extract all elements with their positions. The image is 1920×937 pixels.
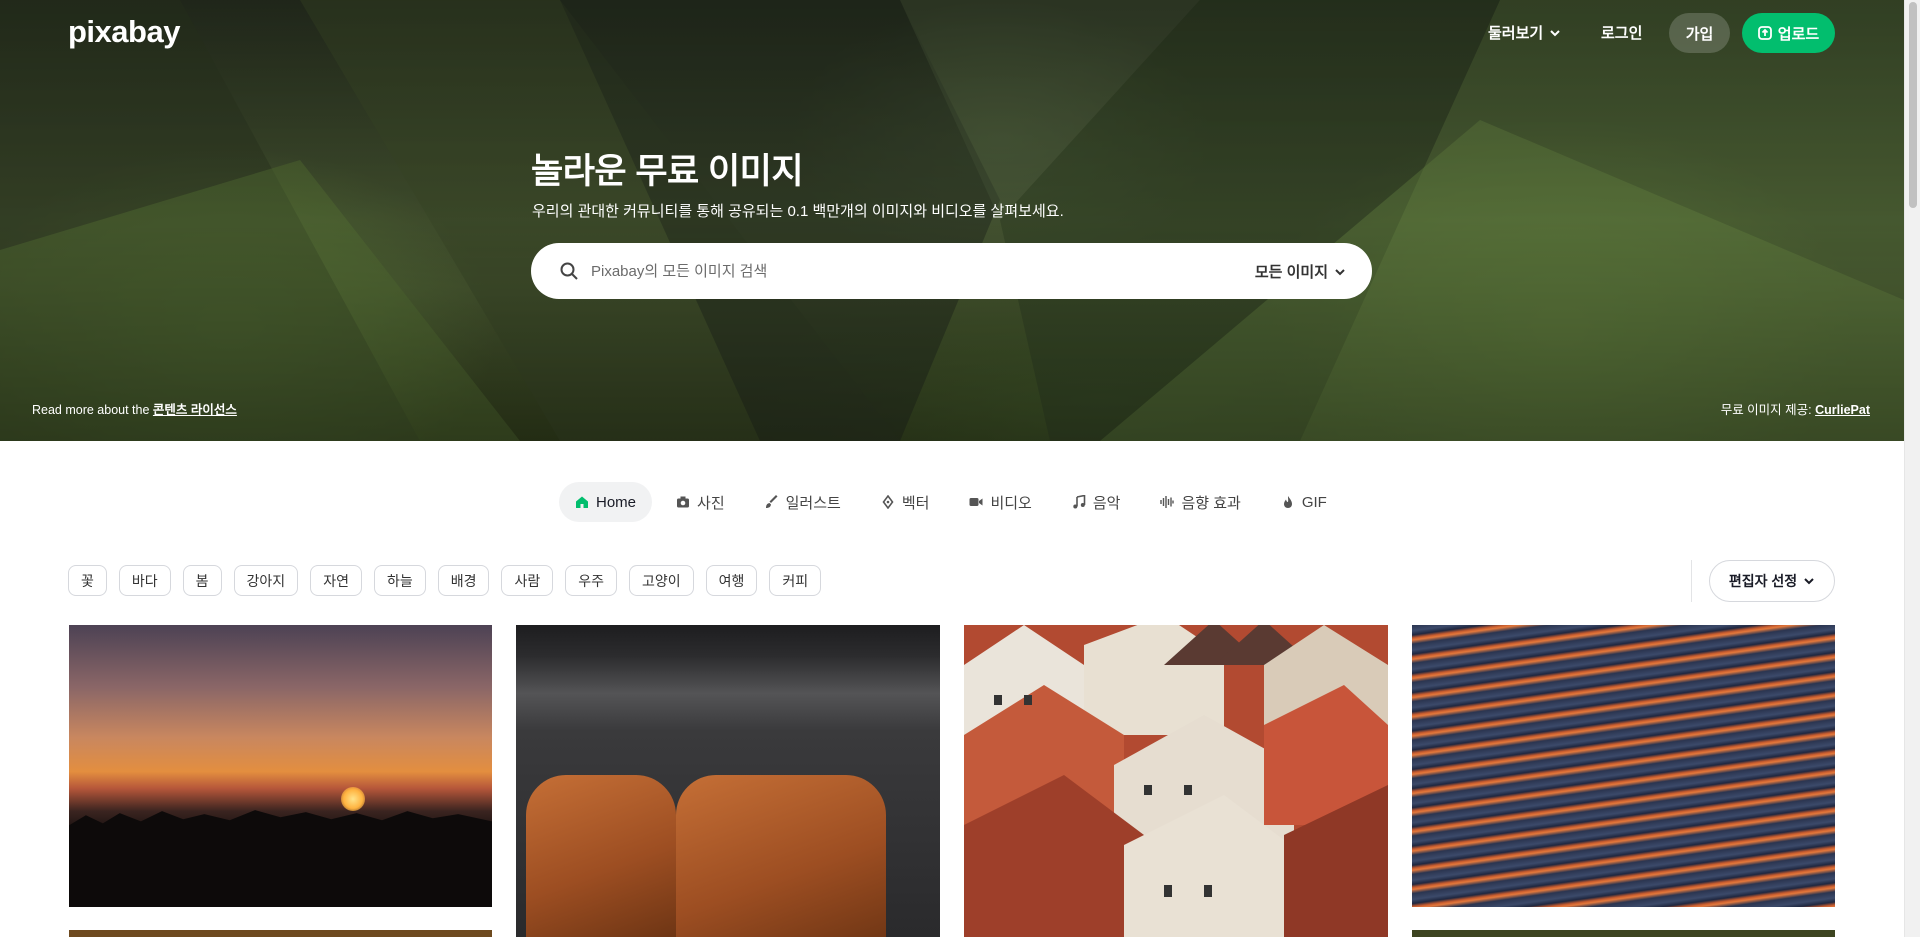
sort-dropdown[interactable]: 편집자 선정 (1709, 560, 1835, 602)
tag-chip[interactable]: 꽃 (68, 565, 107, 596)
hero-title: 놀라운 무료 이미지 (531, 152, 804, 191)
tag-chip[interactable]: 하늘 (373, 565, 426, 596)
image-tile-car-seats[interactable] (516, 625, 940, 937)
explore-label: 둘러보기 (1488, 25, 1544, 42)
tag-chip[interactable]: 사람 (501, 565, 554, 596)
sound-wave-icon (1160, 496, 1175, 508)
tag-chip[interactable]: 배경 (437, 565, 490, 596)
tab-photos[interactable]: 사진 (660, 482, 741, 522)
search-icon[interactable] (559, 261, 579, 281)
tag-chip[interactable]: 바다 (118, 565, 171, 596)
music-icon (1073, 495, 1086, 509)
pixabay-logo[interactable]: pixabay (68, 14, 180, 50)
brush-icon (765, 495, 778, 508)
join-button[interactable]: 가입 (1669, 13, 1730, 53)
popular-tags: 꽃 바다 봄 강아지 자연 하늘 배경 사람 우주 고양이 여행 커피 (68, 565, 822, 596)
camera-icon (677, 496, 690, 508)
upload-button[interactable]: 업로드 (1742, 13, 1835, 53)
tab-illustrations[interactable]: 일러스트 (749, 482, 857, 522)
page-scrollbar[interactable] (1904, 0, 1920, 937)
license-note: Read more about the 콘텐츠 라이선스 (32, 403, 237, 417)
home-icon (576, 496, 588, 508)
hero-subtitle: 우리의 관대한 커뮤니티를 통해 공유되는 0.1 백만개의 이미지와 비디오를… (532, 203, 1064, 220)
image-tile[interactable] (1412, 930, 1835, 937)
search-input[interactable] (591, 243, 1191, 299)
upload-icon (1757, 26, 1772, 40)
tag-chip[interactable]: 고양이 (629, 565, 694, 596)
tab-music[interactable]: 음악 (1056, 482, 1137, 522)
image-tile[interactable] (69, 930, 492, 937)
image-tile-water-ripples[interactable] (1412, 625, 1835, 907)
search-type-label: 모든 이미지 (1254, 264, 1328, 281)
tag-chip[interactable]: 강아지 (233, 565, 299, 596)
pen-nib-icon (882, 495, 894, 509)
search-bar: 모든 이미지 (531, 243, 1372, 299)
content-license-link[interactable]: 콘텐츠 라이선스 (153, 403, 237, 417)
sort-label: 편집자 선정 (1728, 573, 1798, 589)
tag-chip[interactable]: 여행 (705, 565, 758, 596)
gif-icon (1283, 496, 1292, 508)
tag-chip[interactable]: 자연 (310, 565, 362, 596)
image-credit: 무료 이미지 제공: CurliePat (1720, 403, 1870, 417)
explore-menu[interactable]: 둘러보기 (1488, 22, 1561, 43)
video-icon (969, 498, 983, 506)
toolbar-divider (1691, 560, 1692, 602)
chevron-down-icon (1335, 268, 1345, 275)
login-link[interactable]: 로그인 (1601, 22, 1642, 43)
tab-videos[interactable]: 비디오 (953, 482, 1047, 522)
tab-vectors[interactable]: 벡터 (865, 482, 946, 522)
chevron-down-icon (1550, 29, 1560, 36)
top-navigation: pixabay 둘러보기 로그인 가입 업로드 (0, 0, 1904, 66)
tag-chip[interactable]: 우주 (565, 565, 618, 596)
image-tile-rooftops[interactable] (964, 625, 1388, 937)
tab-home[interactable]: Home (559, 482, 653, 522)
tag-chip[interactable]: 커피 (769, 565, 822, 596)
scrollbar-thumb[interactable] (1909, 2, 1917, 208)
tab-gif[interactable]: GIF (1265, 482, 1343, 522)
upload-label: 업로드 (1777, 25, 1820, 43)
search-type-dropdown[interactable]: 모든 이미지 (1255, 261, 1346, 282)
tab-sound-effects[interactable]: 음향 효과 (1144, 482, 1256, 522)
chevron-down-icon (1804, 578, 1814, 585)
credit-author-link[interactable]: CurliePat (1815, 403, 1870, 417)
image-tile-sunset[interactable] (69, 625, 492, 907)
media-type-tabs: Home 사진 일러스트 벡터 비디오 음악 음향 효과 GIF (559, 482, 1351, 522)
tag-chip[interactable]: 봄 (182, 565, 222, 596)
hero-banner: pixabay 둘러보기 로그인 가입 업로드 놀라운 무료 이미지 우리의 관… (0, 0, 1904, 441)
